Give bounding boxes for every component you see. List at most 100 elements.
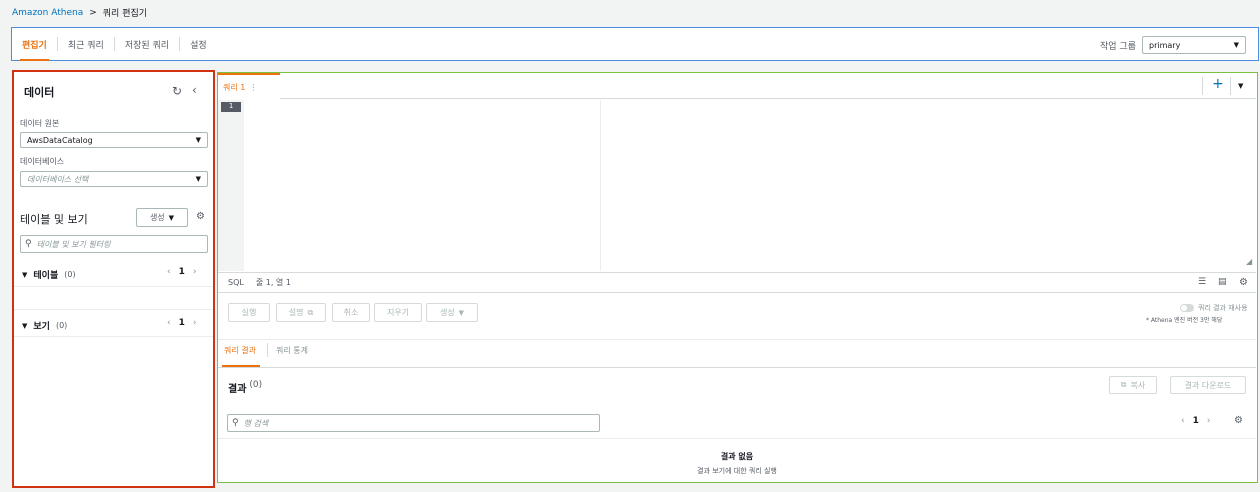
breadcrumb-root-link[interactable]: Amazon Athena	[12, 8, 83, 18]
table-filter-input[interactable]: ⚲ 테이블 및 보기 필터링	[20, 235, 208, 253]
add-query-tab-plus-icon[interactable]: +	[1212, 76, 1224, 92]
create-dropdown-button[interactable]: 생성 ▼	[136, 208, 188, 227]
tables-count: (0)	[64, 270, 76, 279]
chevron-left-icon[interactable]: ‹	[167, 318, 171, 328]
line-number-gutter	[218, 100, 244, 271]
gear-icon[interactable]: ⚙	[1239, 277, 1248, 288]
results-count: (0)	[249, 380, 263, 390]
resize-handle-icon[interactable]: ◢	[1246, 257, 1252, 266]
create-dropdown-button[interactable]: 생성 ▼	[426, 303, 478, 322]
query-tab-strip	[218, 73, 1256, 99]
create-button-label: 생성	[439, 308, 455, 317]
search-icon: ⚲	[25, 239, 32, 249]
chevron-right-icon[interactable]: ›	[193, 267, 197, 277]
views-page-number[interactable]: 1	[179, 318, 185, 328]
keyboard-shortcuts-icon[interactable]: ▤	[1218, 277, 1227, 287]
divider	[218, 438, 1256, 439]
divider	[1202, 77, 1203, 95]
tab-query-stats[interactable]: 쿼리 통계	[276, 345, 308, 356]
gear-icon[interactable]: ⚙	[196, 211, 205, 222]
chevron-right-icon[interactable]: ›	[193, 318, 197, 328]
query-editor-panel: 쿼리 1 ⋮ + ▼ 1 ◢ SQL 줄 1, 열 1 ☰ ▤ ⚙ 실행 설명 …	[217, 72, 1258, 483]
breadcrumb: Amazon Athena > 쿼리 편집기	[12, 6, 148, 20]
copy-button-label: 복사	[1130, 380, 1146, 390]
data-panel-title: 데이터	[24, 86, 55, 99]
divider	[218, 367, 1256, 368]
chevron-right-icon[interactable]: ›	[1207, 416, 1211, 426]
tab-query-results[interactable]: 쿼리 결과	[224, 345, 256, 356]
tables-pagination: ‹ 1 ›	[167, 267, 196, 277]
tab-recent-queries[interactable]: 최근 쿼리	[58, 28, 114, 60]
data-source-value: AwsDataCatalog	[27, 135, 93, 145]
toggle-knob	[1181, 305, 1187, 311]
explain-button-label: 설명	[288, 308, 304, 317]
breadcrumb-current: 쿼리 편집기	[102, 9, 148, 19]
views-count: (0)	[55, 321, 68, 330]
table-filter-placeholder: 테이블 및 보기 필터링	[36, 239, 111, 249]
caret-down-icon: ▼	[22, 270, 28, 279]
results-title: 결과	[228, 384, 247, 395]
query-tab-label: 쿼리 1	[223, 82, 246, 92]
format-query-icon[interactable]: ☰	[1198, 277, 1206, 287]
views-section-header[interactable]: ▼ 보기 (0)	[22, 319, 67, 332]
views-pagination: ‹ 1 ›	[167, 318, 196, 328]
divider	[267, 343, 268, 357]
empty-results-title: 결과 없음	[720, 452, 754, 461]
row-search-placeholder: 행 검색	[243, 418, 269, 428]
breadcrumb-separator: >	[89, 7, 97, 18]
print-margin-line	[600, 100, 601, 271]
download-results-button[interactable]: 결과 다운로드	[1170, 376, 1246, 394]
caret-down-icon: ▼	[195, 136, 201, 144]
clear-button[interactable]: 지우기	[374, 303, 422, 322]
reuse-results-label: 쿼리 결과 재사용	[1198, 304, 1248, 312]
copy-button[interactable]: ⧉ 복사	[1109, 376, 1157, 394]
editor-status-bar: SQL 줄 1, 열 1	[218, 272, 1256, 293]
collapse-chevron-left-icon[interactable]: ‹	[192, 83, 197, 97]
run-button[interactable]: 실행	[228, 303, 270, 322]
empty-results-subtitle: 결과 보기에 대한 쿼리 실행	[697, 467, 777, 475]
reuse-results-note: * Athena 엔진 버전 3만 해당	[1146, 317, 1223, 324]
database-select[interactable]: 데이터베이스 선택 ▼	[20, 171, 208, 187]
tables-section-header[interactable]: ▼ 테이블 (0)	[22, 268, 76, 281]
copy-icon: ⧉	[1120, 380, 1127, 389]
tab-settings[interactable]: 설정	[180, 28, 217, 60]
query-tab-1[interactable]: 쿼리 1 ⋮	[218, 73, 280, 99]
data-source-select[interactable]: AwsDataCatalog ▼	[20, 132, 208, 148]
divider	[1230, 77, 1231, 95]
line-number: 1	[221, 102, 241, 112]
create-button-label: 생성	[149, 213, 165, 222]
caret-down-icon[interactable]: ▼	[1238, 82, 1243, 90]
data-source-label: 데이터 원본	[20, 119, 60, 128]
top-tab-bar: 편집기 최근 쿼리 저장된 쿼리 설정 작업 그룹 primary ▼	[11, 27, 1259, 61]
divider	[14, 286, 213, 287]
workgroup-selector-group: 작업 그룹 primary ▼	[1100, 28, 1246, 62]
results-pagination: ‹ 1 ›	[1181, 416, 1210, 426]
cancel-button[interactable]: 취소	[332, 303, 370, 322]
chevron-left-icon[interactable]: ‹	[1181, 416, 1185, 426]
external-link-icon: ⧉	[307, 307, 314, 317]
more-vertical-icon[interactable]: ⋮	[249, 83, 257, 92]
caret-down-icon: ▼	[1233, 41, 1239, 49]
search-icon: ⚲	[232, 418, 239, 428]
database-label: 데이터베이스	[20, 157, 65, 166]
caret-down-icon: ▼	[195, 175, 201, 183]
data-panel: 데이터 ↻ ‹ 데이터 원본 AwsDataCatalog ▼ 데이터베이스 데…	[12, 70, 215, 488]
row-search-input[interactable]: ⚲ 행 검색	[227, 414, 600, 432]
explain-button[interactable]: 설명 ⧉	[276, 303, 326, 322]
refresh-icon[interactable]: ↻	[172, 84, 182, 98]
results-header: 결과 (0)	[228, 380, 262, 395]
status-language: SQL	[228, 278, 244, 287]
gear-icon[interactable]: ⚙	[1234, 415, 1243, 426]
workgroup-select[interactable]: primary ▼	[1142, 36, 1246, 54]
sql-code-textarea[interactable]	[245, 100, 1256, 271]
tab-saved-queries[interactable]: 저장된 쿼리	[115, 28, 179, 60]
tab-editor[interactable]: 편집기	[12, 28, 57, 61]
chevron-left-icon[interactable]: ‹	[167, 267, 171, 277]
caret-down-icon: ▼	[458, 308, 465, 317]
database-placeholder: 데이터베이스 선택	[27, 174, 89, 184]
views-label: 보기	[33, 322, 50, 332]
caret-down-icon: ▼	[168, 213, 175, 222]
divider	[14, 309, 213, 310]
results-page-number[interactable]: 1	[1193, 416, 1199, 426]
tables-page-number[interactable]: 1	[179, 267, 185, 277]
